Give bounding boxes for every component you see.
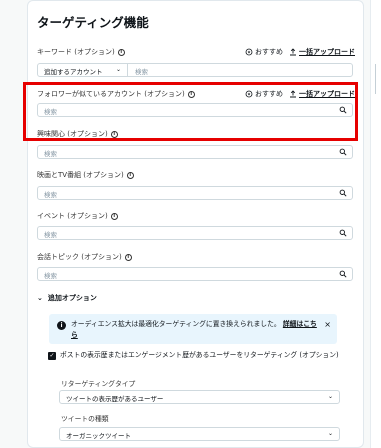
search-placeholder: 検索 [44, 191, 57, 199]
search-icon [339, 229, 347, 237]
edge-divider [375, 64, 376, 94]
account-dropdown[interactable]: 追加するアカウント ⌄ [38, 64, 128, 76]
search-placeholder: 検索 [44, 150, 57, 158]
adjacent-panel-edge [370, 0, 381, 448]
movies-tv-search-input[interactable]: 検索 [37, 186, 353, 200]
keywords-label-text: キーワード (オプション) [37, 48, 115, 56]
bulk-upload-button[interactable]: 一括アップロード [289, 47, 355, 57]
search-placeholder: 検索 [44, 272, 57, 280]
checkbox-checked[interactable]: ✓ [48, 352, 56, 360]
conversation-topics-label: 会話トピック (オプション) i [37, 252, 132, 262]
search-placeholder: 検索 [44, 231, 57, 239]
chevron-down-icon: ⌄ [37, 294, 43, 302]
conversation-topics-label-text: 会話トピック (オプション) [37, 253, 122, 261]
tweet-type-value: オーガニックツイート [66, 432, 131, 440]
info-icon[interactable]: i [110, 212, 118, 220]
conversation-topics-search-input[interactable]: 検索 [37, 267, 353, 281]
info-icon[interactable]: i [110, 130, 118, 138]
account-dropdown-value: 追加するアカウント [44, 68, 103, 76]
info-filled-icon: i [57, 321, 66, 330]
interests-search-input[interactable]: 検索 [37, 145, 353, 159]
bulk-upload-label: 一括アップロード [299, 48, 355, 56]
tweet-type-label: ツイートの種類 [61, 415, 109, 423]
recommend-button[interactable]: おすすめ [245, 47, 283, 57]
retarget-checkbox-label: ポストの表示歴またはエンゲージメント歴があるユーザーをリターゲティング (オプシ… [60, 351, 339, 359]
tweet-type-select[interactable]: オーガニックツイート ⌄ [59, 427, 340, 441]
retarget-checkbox-row[interactable]: ✓ ポストの表示歴またはエンゲージメント歴があるユーザーをリターゲティング (オ… [48, 350, 348, 361]
keywords-label: キーワード (オプション) i [37, 47, 125, 57]
recommend-label: おすすめ [255, 48, 283, 56]
retargeting-type-value: ツイートの表示歴があるユーザー [66, 395, 164, 403]
interests-label: 興味関心 (オプション) i [37, 129, 118, 139]
events-label: イベント (オプション) i [37, 211, 118, 221]
search-icon [339, 270, 347, 278]
retargeting-type-select[interactable]: ツイートの表示歴があるユーザー ⌄ [59, 390, 340, 404]
keywords-actions: おすすめ 一括アップロード [245, 47, 355, 57]
search-icon [339, 148, 347, 156]
search-icon [339, 189, 347, 197]
keywords-search-input[interactable]: 検索 [135, 66, 148, 76]
info-icon[interactable]: i [117, 48, 125, 56]
movies-tv-label-text: 映画とTV番組 (オプション) [37, 171, 124, 179]
notice-text: オーディエンス拡大は最適化ターゲティングに置き換えられました。 詳細はこちら [71, 319, 321, 341]
recommend-icon [245, 48, 253, 56]
events-label-text: イベント (オプション) [37, 212, 108, 220]
movies-tv-label: 映画とTV番組 (オプション) i [37, 170, 134, 180]
info-notice: i オーディエンス拡大は最適化ターゲティングに置き換えられました。 詳細はこちら… [49, 314, 337, 344]
info-icon[interactable]: i [126, 171, 134, 179]
notice-message: オーディエンス拡大は最適化ターゲティングに置き換えられました。 [71, 320, 281, 328]
chevron-down-icon: ⌄ [327, 393, 333, 400]
info-icon[interactable]: i [124, 253, 132, 261]
interests-label-text: 興味関心 (オプション) [37, 130, 108, 138]
upload-icon [290, 48, 296, 56]
chevron-down-icon: ⌄ [327, 430, 333, 437]
additional-options-toggle[interactable]: ⌄ 追加オプション [37, 293, 97, 303]
keywords-field: 追加するアカウント ⌄ 検索 [37, 63, 353, 77]
retargeting-type-label: リターゲティングタイプ [61, 380, 136, 388]
events-search-input[interactable]: 検索 [37, 226, 353, 240]
additional-options-label: 追加オプション [47, 294, 97, 302]
chevron-down-icon: ⌄ [115, 66, 121, 73]
close-icon[interactable]: × [324, 320, 331, 329]
page-title: ターゲティング機能 [37, 15, 149, 30]
